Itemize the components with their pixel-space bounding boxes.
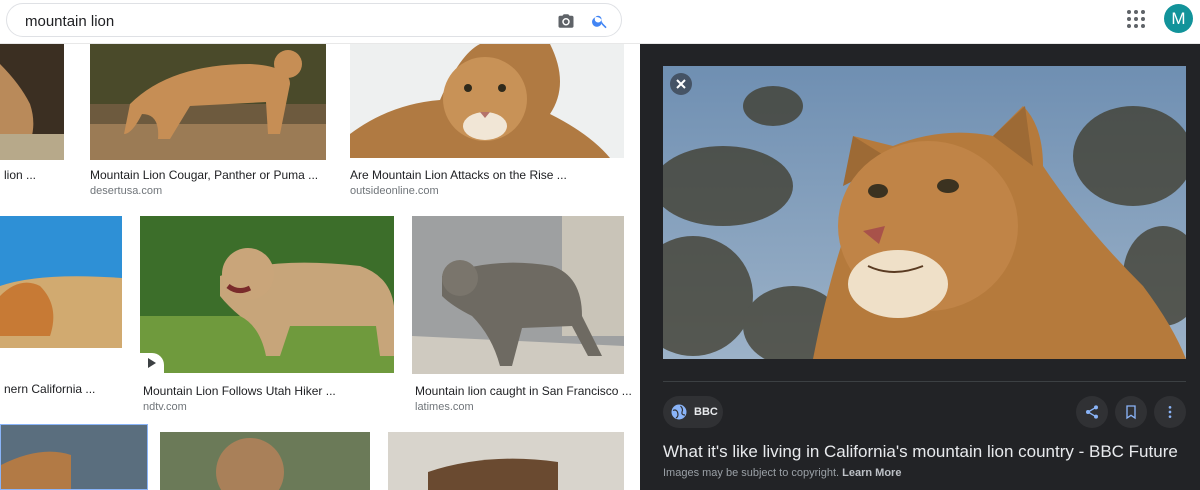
result-thumbnail[interactable] [90, 44, 326, 160]
learn-more-link[interactable]: Learn More [842, 467, 901, 479]
top-bar: M [0, 0, 1200, 44]
result-title: Are Mountain Lion Attacks on the Rise ..… [350, 168, 567, 182]
save-button[interactable] [1115, 396, 1147, 428]
more-vert-icon [1168, 406, 1172, 418]
source-chip[interactable]: BBC [663, 396, 723, 428]
share-button[interactable] [1076, 396, 1108, 428]
result-thumbnail[interactable] [0, 44, 64, 160]
result-title: nern California ... [4, 382, 96, 396]
result-source: latimes.com [415, 401, 474, 413]
copyright-text: Images may be subject to copyright. [663, 467, 840, 479]
more-options-button[interactable] [1154, 396, 1186, 428]
result-thumbnail[interactable] [0, 216, 122, 348]
result-thumbnail[interactable] [1, 425, 147, 489]
result-source: ndtv.com [143, 401, 187, 413]
result-thumbnail[interactable] [350, 44, 624, 158]
result-thumbnail[interactable] [412, 216, 624, 374]
result-source: outsideonline.com [350, 185, 439, 197]
result-card[interactable]: Mountain Lion Follows Utah Hiker ... ndt… [140, 216, 394, 416]
result-source: desertusa.com [90, 185, 163, 197]
result-card-selected[interactable] [0, 424, 148, 490]
search-box[interactable] [6, 3, 622, 37]
result-thumbnail[interactable] [160, 432, 370, 490]
result-card[interactable] [388, 432, 624, 490]
image-results-grid: lion ... Mountain Lion Cougar, Panther o… [0, 44, 640, 490]
close-icon[interactable] [670, 73, 692, 95]
result-card[interactable]: nern California ... [0, 216, 122, 396]
result-card[interactable] [160, 432, 370, 490]
search-icon[interactable] [591, 12, 609, 30]
search-input[interactable] [23, 10, 527, 32]
result-thumbnail[interactable] [388, 432, 624, 490]
result-thumbnail[interactable] [140, 216, 394, 373]
play-icon [148, 358, 156, 368]
share-icon [1086, 405, 1098, 419]
result-card[interactable]: lion ... [0, 44, 64, 184]
preview-image[interactable] [663, 66, 1186, 359]
avatar[interactable]: M [1164, 4, 1193, 33]
bookmark-icon [1126, 405, 1136, 420]
result-card[interactable]: Mountain Lion Cougar, Panther or Puma ..… [90, 44, 326, 204]
image-preview-panel: BBC What it's like living in California'… [640, 44, 1200, 490]
globe-icon [671, 404, 687, 420]
result-title: Mountain Lion Follows Utah Hiker ... [143, 384, 336, 398]
result-title: lion ... [4, 168, 37, 182]
result-card[interactable]: Mountain lion caught in San Francisco ..… [412, 216, 632, 416]
close-button[interactable] [670, 73, 692, 95]
copyright-note: Images may be subject to copyright. Lear… [663, 467, 901, 479]
divider [663, 381, 1186, 382]
result-title: Mountain lion caught in San Francisco ..… [415, 384, 632, 398]
source-label: BBC [694, 406, 718, 418]
preview-title-link[interactable]: What it's like living in California's mo… [663, 442, 1186, 462]
apps-grid-icon[interactable] [1126, 9, 1146, 29]
result-title: Mountain Lion Cougar, Panther or Puma ..… [90, 168, 319, 182]
result-card[interactable]: Are Mountain Lion Attacks on the Rise ..… [350, 44, 624, 204]
video-badge [140, 353, 164, 373]
camera-icon[interactable] [557, 12, 575, 30]
